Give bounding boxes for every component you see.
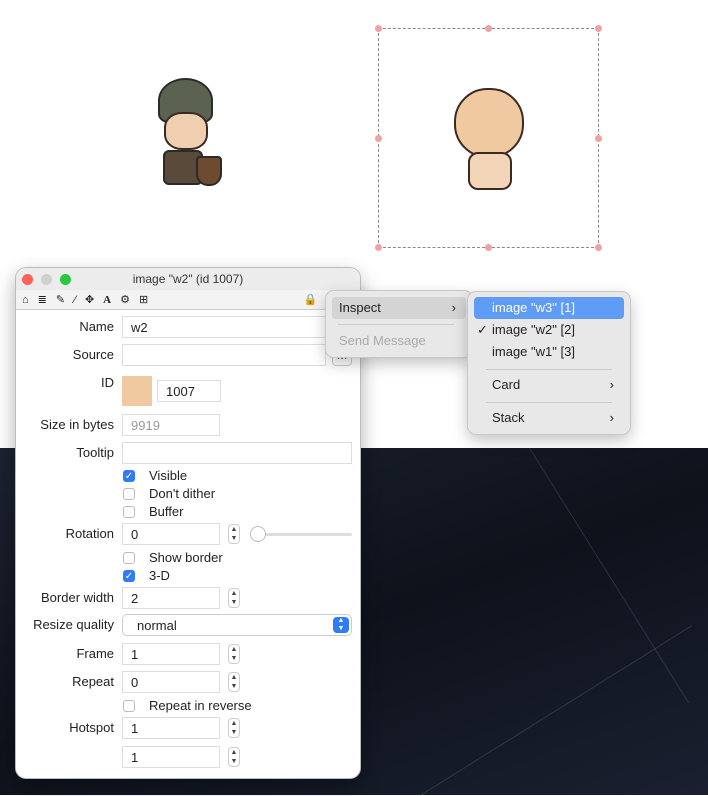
border-width-field[interactable]: 2: [122, 587, 220, 609]
chevron-right-icon: ›: [451, 300, 456, 315]
id-field: 1007: [157, 380, 221, 402]
resize-handle[interactable]: [595, 244, 602, 251]
rotation-stepper[interactable]: ▲ ▼: [228, 524, 240, 544]
resize-handle[interactable]: [485, 25, 492, 32]
submenu-item-w1[interactable]: image "w1" [3]: [474, 341, 624, 363]
hotspot-y-stepper[interactable]: ▲ ▼: [228, 747, 240, 767]
id-label: ID: [101, 375, 114, 390]
show-border-checkbox[interactable]: [123, 552, 135, 564]
menu-item-inspect[interactable]: Inspect ›: [332, 297, 466, 319]
repeat-reverse-label: Repeat in reverse: [149, 698, 252, 713]
chevron-right-icon: ›: [609, 410, 614, 425]
submenu-item-w2[interactable]: ✓ image "w2" [2]: [474, 319, 624, 341]
three-d-checkbox[interactable]: ✓: [123, 570, 135, 582]
source-label: Source: [72, 347, 114, 362]
tooltip-label: Tooltip: [76, 445, 114, 460]
chevron-right-icon: ›: [609, 377, 614, 392]
dont-dither-checkbox[interactable]: [123, 488, 135, 500]
frame-label: Frame: [76, 646, 114, 661]
resize-handle[interactable]: [595, 135, 602, 142]
submenu-item-card[interactable]: Card ›: [474, 374, 624, 396]
rotation-field[interactable]: 0: [122, 523, 220, 545]
rotation-label: Rotation: [65, 526, 114, 541]
hotspot-label: Hotspot: [69, 720, 114, 735]
inspect-submenu: image "w3" [1] ✓ image "w2" [2] image "w1…: [468, 292, 630, 434]
frame-field[interactable]: 1: [122, 643, 220, 665]
border-width-label: Border width: [41, 590, 114, 605]
rotation-slider[interactable]: [250, 526, 352, 542]
resize-handle[interactable]: [375, 135, 382, 142]
menu-item-send-message: Send Message: [339, 333, 426, 348]
resize-handle[interactable]: [595, 25, 602, 32]
image-w1[interactable]: [138, 78, 233, 203]
resize-quality-label: Resize quality: [33, 617, 114, 632]
source-field[interactable]: [122, 344, 326, 366]
resize-quality-select[interactable]: normal ▲ ▼: [122, 614, 352, 636]
repeat-label: Repeat: [72, 674, 114, 689]
resize-handle[interactable]: [375, 25, 382, 32]
buffer-label: Buffer: [149, 504, 184, 519]
show-border-label: Show border: [149, 550, 223, 565]
dont-dither-label: Don't dither: [149, 486, 216, 501]
border-width-stepper[interactable]: ▲ ▼: [228, 588, 240, 608]
tooltip-field[interactable]: [122, 442, 352, 464]
repeat-reverse-checkbox[interactable]: [123, 700, 135, 712]
buffer-checkbox[interactable]: [123, 506, 135, 518]
submenu-item-stack[interactable]: Stack ›: [474, 407, 624, 429]
select-arrows-icon: ▲ ▼: [333, 617, 349, 633]
checkmark-icon: ✓: [477, 322, 488, 337]
repeat-stepper[interactable]: ▲ ▼: [228, 672, 240, 692]
selection-box: [378, 28, 599, 248]
name-field[interactable]: w2: [122, 316, 352, 338]
name-label: Name: [79, 319, 114, 334]
three-d-label: 3-D: [149, 568, 170, 583]
repeat-field[interactable]: 0: [122, 671, 220, 693]
context-menu: Inspect › Send Message: [326, 291, 472, 357]
hotspot-x-stepper[interactable]: ▲ ▼: [228, 718, 240, 738]
resize-handle[interactable]: [485, 244, 492, 251]
hotspot-y-field[interactable]: 1: [122, 746, 220, 768]
size-field: 9919: [122, 414, 220, 436]
size-label: Size in bytes: [40, 417, 114, 432]
visible-label: Visible: [149, 468, 188, 483]
resize-handle[interactable]: [375, 244, 382, 251]
image-thumbnail: [122, 376, 152, 406]
visible-checkbox[interactable]: ✓: [123, 470, 135, 482]
hotspot-x-field[interactable]: 1: [122, 717, 220, 739]
frame-stepper[interactable]: ▲ ▼: [228, 644, 240, 664]
property-inspector: image "w2" (id 1007) ⌂≣✎⁄✥A⚙⊞🔒⇥◎ Namew2 …: [16, 268, 360, 778]
submenu-item-w3[interactable]: image "w3" [1]: [474, 297, 624, 319]
resize-quality-value: normal: [137, 618, 177, 633]
